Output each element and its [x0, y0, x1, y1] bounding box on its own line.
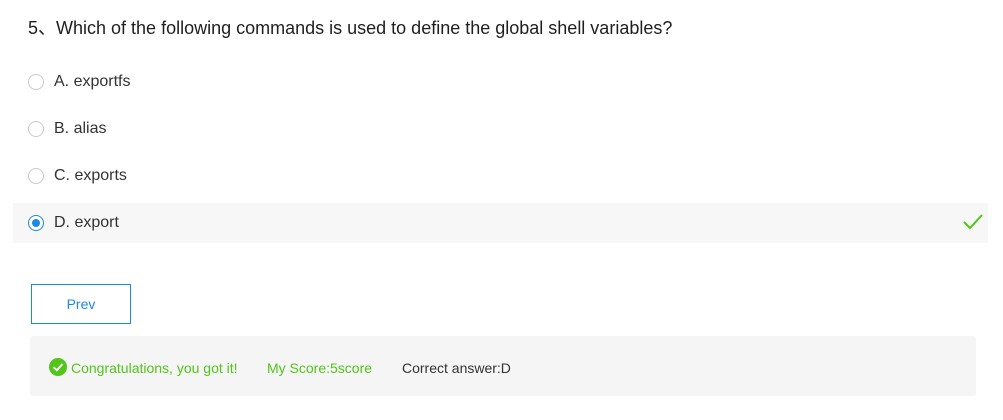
option-a-radio[interactable]: [28, 74, 44, 90]
option-a-label: A. exportfs: [54, 73, 131, 90]
question-text: Which of the following commands is used …: [56, 18, 673, 38]
result-panel: Congratulations, you got it! My Score:5s…: [30, 336, 976, 396]
question-title: 5、Which of the following commands is use…: [28, 16, 672, 40]
option-c-radio[interactable]: [28, 168, 44, 184]
check-icon: [963, 214, 983, 230]
success-check-circle-icon: [49, 358, 67, 376]
option-c-label: C. exports: [54, 167, 127, 184]
option-b-radio[interactable]: [28, 121, 44, 137]
option-a[interactable]: A. exportfs: [13, 62, 988, 102]
my-score: My Score:5score: [267, 360, 373, 376]
option-d[interactable]: D. export: [13, 203, 988, 243]
correct-answer: Correct answer:D: [402, 360, 511, 376]
option-c[interactable]: C. exports: [13, 156, 988, 196]
option-b[interactable]: B. alias: [13, 109, 988, 149]
option-d-radio[interactable]: [28, 215, 44, 231]
option-d-label: D. export: [54, 214, 119, 231]
question-number: 5、: [28, 18, 57, 38]
prev-button[interactable]: Prev: [31, 284, 131, 324]
option-b-label: B. alias: [54, 120, 107, 137]
result-message: Congratulations, you got it!: [71, 360, 238, 376]
